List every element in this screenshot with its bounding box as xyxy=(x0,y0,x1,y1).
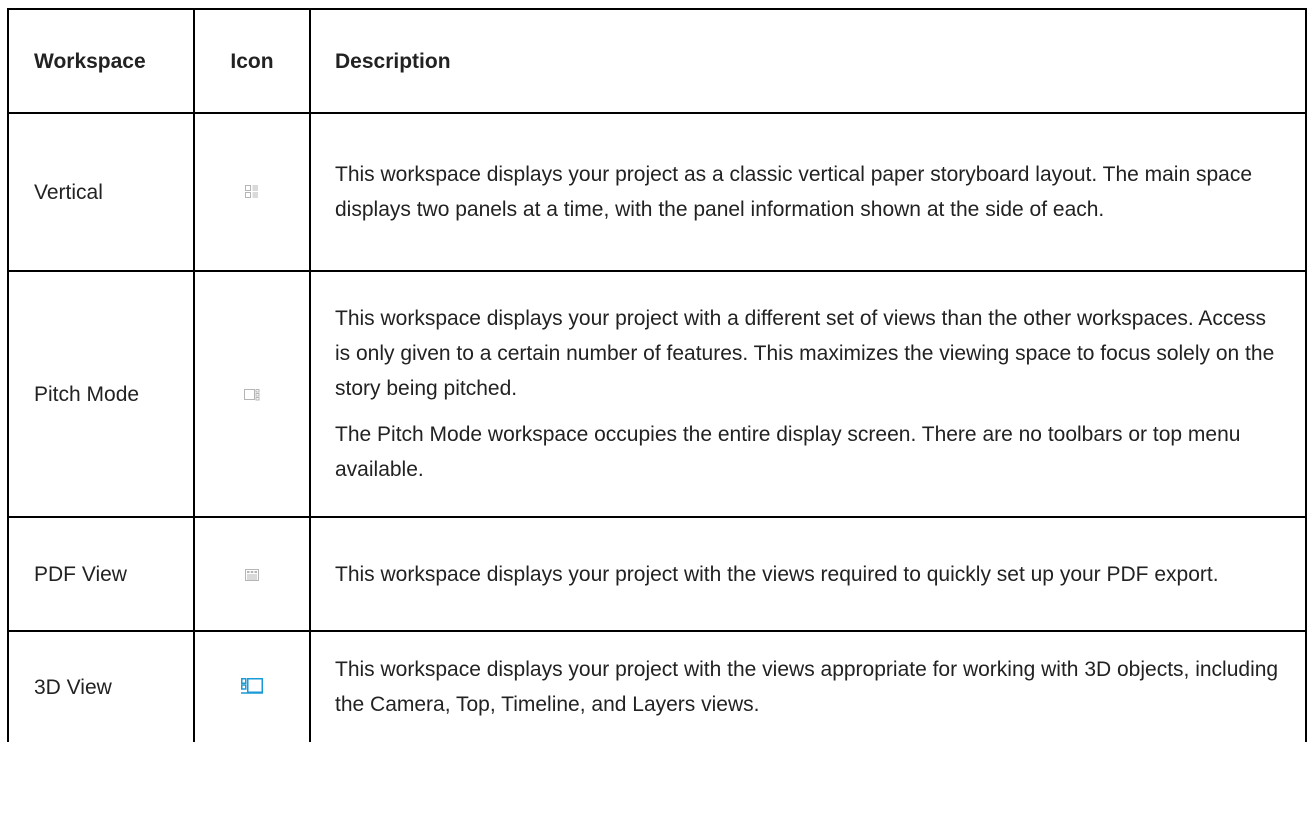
description-paragraph: The Pitch Mode workspace occupies the en… xyxy=(335,423,1241,481)
vertical-layout-icon xyxy=(245,175,259,210)
pdf-view-icon xyxy=(245,557,259,592)
pitch-mode-icon xyxy=(244,377,260,412)
description-paragraph: This workspace displays your project wit… xyxy=(335,562,1219,586)
workspace-name: 3D View xyxy=(7,630,195,742)
table-header-row: Workspace Icon Description xyxy=(7,8,1307,114)
header-description: Description xyxy=(309,8,1307,114)
workspaces-table: Workspace Icon Description Vertical This… xyxy=(7,8,1307,742)
workspace-name: PDF View xyxy=(7,516,195,632)
workspace-name: Vertical xyxy=(7,112,195,272)
description-paragraph: This workspace displays your project as … xyxy=(335,163,1253,221)
workspace-description: This workspace displays your project as … xyxy=(309,112,1307,272)
workspace-description: This workspace displays your project wit… xyxy=(309,516,1307,632)
3d-view-icon xyxy=(241,670,263,705)
table-row: 3D View This workspace displays your pro… xyxy=(7,630,1307,742)
workspace-description: This workspace displays your project wit… xyxy=(309,270,1307,518)
description-paragraph: This workspace displays your project wit… xyxy=(335,658,1279,716)
description-paragraph: This workspace displays your project wit… xyxy=(335,307,1275,400)
table-row: Pitch Mode This workspace displays your … xyxy=(7,270,1307,518)
workspace-name: Pitch Mode xyxy=(7,270,195,518)
header-icon: Icon xyxy=(193,8,311,114)
table-row: PDF View This workspace displays your pr xyxy=(7,516,1307,632)
header-workspace: Workspace xyxy=(7,8,195,114)
table-row: Vertical This workspace displays your pr… xyxy=(7,112,1307,272)
workspace-description: This workspace displays your project wit… xyxy=(309,630,1307,742)
